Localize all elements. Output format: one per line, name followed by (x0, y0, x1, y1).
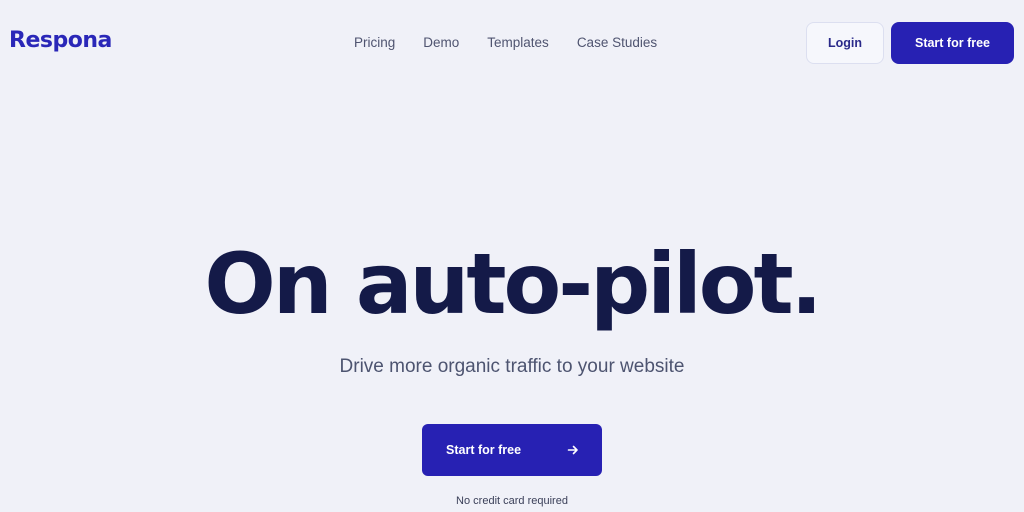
hero-start-free-button[interactable]: Start for free (422, 424, 602, 476)
arrow-right-icon (567, 445, 578, 455)
header-start-free-button[interactable]: Start for free (891, 22, 1014, 64)
landing-page: Respona Pricing Demo Templates Case Stud… (0, 0, 1024, 512)
no-credit-card-note: No credit card required (456, 495, 568, 507)
nav-link-pricing[interactable]: Pricing (354, 35, 395, 50)
brand-logo[interactable]: Respona (9, 27, 112, 55)
nav-link-demo[interactable]: Demo (423, 35, 459, 50)
login-button[interactable]: Login (806, 22, 884, 64)
nav-link-templates[interactable]: Templates (487, 35, 549, 50)
hero-cta-label: Start for free (446, 443, 522, 457)
hero-title: On auto-pilot. (204, 235, 822, 333)
main-nav: Pricing Demo Templates Case Studies (354, 32, 657, 52)
hero-subtitle: Drive more organic traffic to your websi… (339, 356, 685, 377)
nav-link-case-studies[interactable]: Case Studies (577, 35, 657, 50)
site-header: Respona Pricing Demo Templates Case Stud… (0, 0, 1024, 84)
